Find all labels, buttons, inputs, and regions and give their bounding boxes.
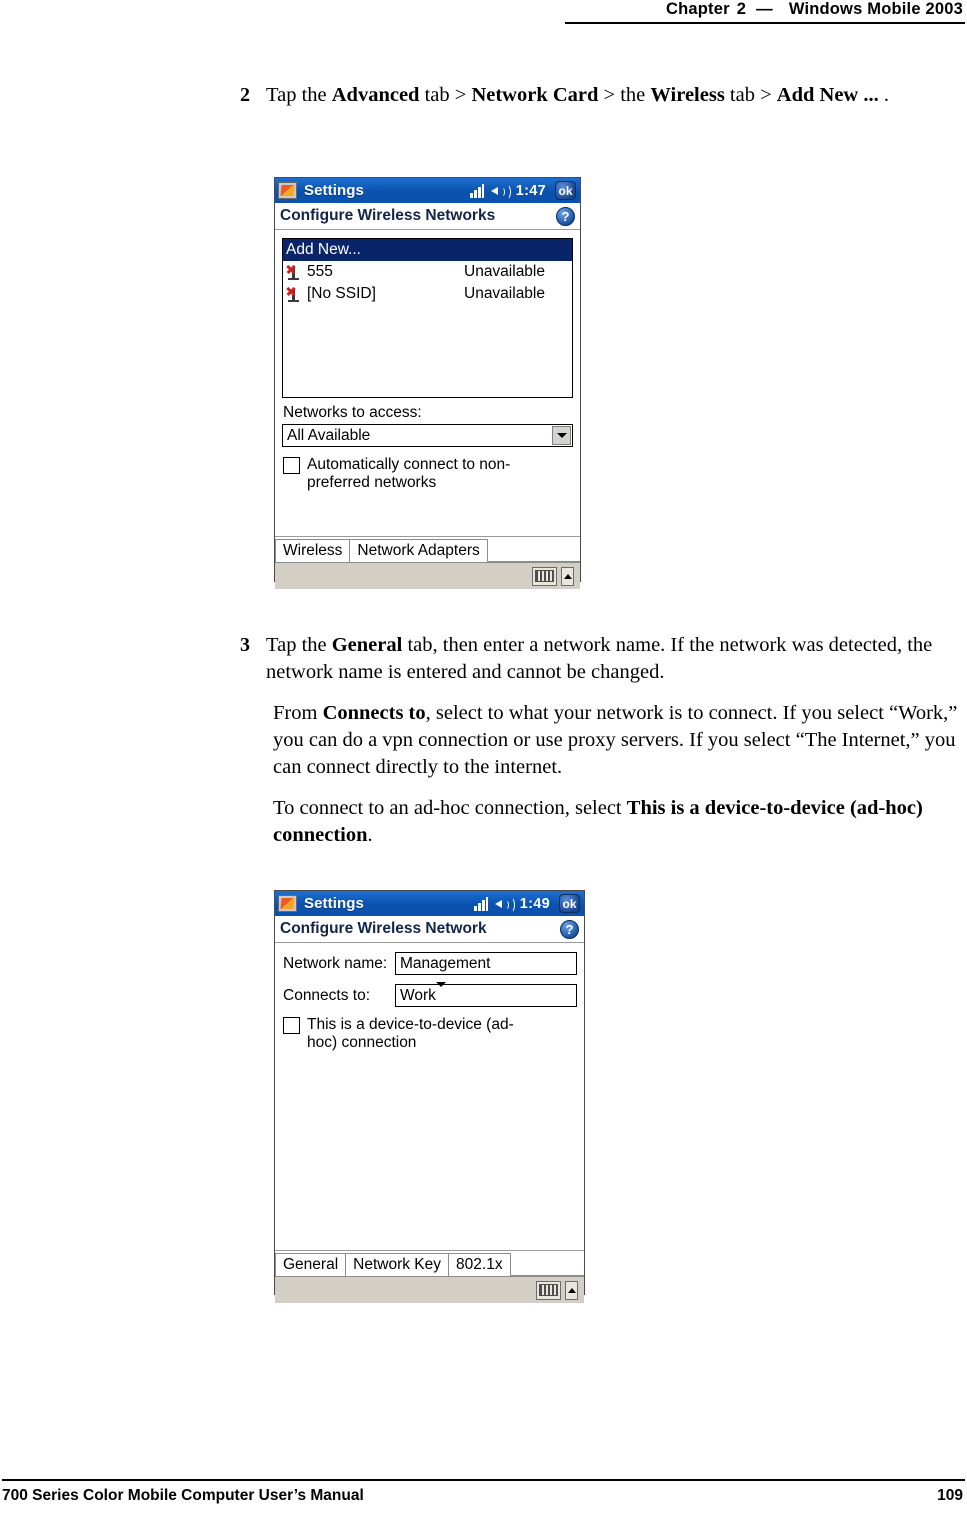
sip-bar	[275, 562, 580, 589]
step-3-number: 3	[240, 634, 250, 656]
paragraph-ad-hoc: To connect to an ad-hoc connection, sele…	[273, 797, 923, 846]
connects-to-row: Connects to: Work	[283, 981, 577, 1007]
start-icon[interactable]	[278, 182, 297, 199]
signal-icon[interactable]	[469, 183, 484, 198]
step-2-text: Tap the Advanced tab > Network Card > th…	[266, 84, 889, 106]
help-icon[interactable]: ?	[560, 919, 579, 939]
header-title: Windows Mobile 2003	[788, 0, 963, 18]
screen-subtitle: Configure Wireless Network	[280, 920, 487, 937]
chevron-up-icon[interactable]	[561, 566, 574, 586]
window-title: Settings	[304, 182, 364, 199]
list-item-label: [No SSID]	[307, 285, 376, 302]
clock[interactable]: 1:47	[516, 183, 546, 199]
page-header: Chapter 2 — Windows Mobile 2003	[0, 0, 967, 36]
paragraph-connects-to: From Connects to, select to what your ne…	[273, 702, 958, 778]
titlebar: Settings 1:49 ok	[275, 891, 584, 916]
network-name-input[interactable]: Management	[395, 952, 577, 975]
clock[interactable]: 1:49	[520, 896, 550, 912]
list-item-status: Unavailable	[464, 285, 545, 302]
list-item-label: 555	[307, 263, 333, 280]
list-item[interactable]: [No SSID] Unavailable	[283, 283, 572, 305]
header-text: Chapter 2 — Windows Mobile 2003	[666, 0, 963, 19]
subtitle-bar: Configure Wireless Networks ?	[275, 203, 580, 230]
tab-bar: Wireless Network Adapters	[275, 536, 580, 562]
auto-connect-checkbox[interactable]	[283, 457, 300, 474]
ok-button[interactable]: ok	[555, 181, 576, 200]
list-item[interactable]: Add New...	[283, 239, 572, 261]
list-item-status: Unavailable	[464, 263, 545, 280]
window-title: Settings	[304, 895, 364, 912]
step-3-text: Tap the General tab, then enter a networ…	[266, 634, 933, 683]
tab-bar-filler	[509, 1252, 584, 1276]
footer-divider	[2, 1479, 965, 1481]
chevron-up-icon[interactable]	[565, 1280, 578, 1300]
connects-to-label: Connects to:	[283, 986, 371, 1004]
keyboard-icon[interactable]	[536, 1280, 561, 1300]
access-point-unavailable-icon	[286, 286, 302, 302]
step-2-number: 2	[240, 84, 250, 106]
step-3: 3 Tap the General tab, then enter a netw…	[240, 632, 965, 686]
header-chapter-number: 2	[736, 0, 747, 18]
connects-to-select[interactable]: Work	[395, 981, 577, 1007]
screen-content: Network name: Management Connects to: Wo…	[275, 952, 584, 1303]
volume-icon[interactable]	[490, 183, 511, 200]
footer-manual-title: 700 Series Color Mobile Computer User’s …	[2, 1487, 364, 1504]
subtitle-bar: Configure Wireless Network ?	[275, 916, 584, 943]
screen-content: Add New... 555 Unavailable [No SSID] Una…	[275, 238, 580, 589]
titlebar-status-area: 1:47 ok	[469, 181, 577, 200]
list-item-label: Add New...	[286, 241, 361, 258]
signal-icon[interactable]	[473, 896, 488, 911]
auto-connect-checkbox-row[interactable]: Automatically connect to non-preferred n…	[283, 456, 573, 492]
step-2: 2 Tap the Advanced tab > Network Card > …	[240, 82, 965, 109]
tab-network-key[interactable]: Network Key	[345, 1253, 450, 1276]
page-footer: 700 Series Color Mobile Computer User’s …	[0, 1479, 967, 1519]
titlebar-status-area: 1:49 ok	[473, 894, 581, 913]
tab-wireless[interactable]: Wireless	[275, 539, 351, 562]
screen-subtitle: Configure Wireless Networks	[280, 207, 496, 224]
wireless-networks-list[interactable]: Add New... 555 Unavailable [No SSID] Una…	[282, 238, 573, 398]
networks-to-access-value: All Available	[287, 426, 371, 444]
tab-bar-filler	[486, 538, 580, 562]
ad-hoc-checkbox[interactable]	[283, 1017, 300, 1034]
networks-to-access-label: Networks to access:	[283, 404, 422, 421]
keyboard-icon[interactable]	[532, 566, 557, 586]
sip-bar	[275, 1276, 584, 1303]
chevron-down-icon[interactable]	[435, 981, 446, 1005]
header-chapter-word: Chapter	[665, 0, 730, 18]
tab-802-1x[interactable]: 802.1x	[448, 1253, 511, 1276]
footer-page-number: 109	[937, 1487, 963, 1504]
auto-connect-label: Automatically connect to non-preferred n…	[307, 456, 511, 491]
network-name-label: Network name:	[283, 954, 388, 972]
chevron-down-icon[interactable]	[552, 426, 571, 445]
ad-hoc-checkbox-row[interactable]: This is a device-to-device (ad-hoc) conn…	[283, 1016, 535, 1052]
volume-icon[interactable]	[494, 896, 515, 913]
connects-to-value: Work	[400, 986, 436, 1004]
help-icon[interactable]: ?	[556, 206, 575, 226]
screenshot-configure-wireless-networks: Settings 1:47 ok Configure Wireless Netw…	[274, 177, 581, 589]
access-point-unavailable-icon	[286, 264, 302, 280]
header-divider	[565, 22, 965, 24]
tab-general[interactable]: General	[275, 1253, 347, 1276]
list-item[interactable]: 555 Unavailable	[283, 261, 572, 283]
titlebar: Settings 1:47 ok	[275, 178, 580, 203]
tab-bar: General Network Key 802.1x	[275, 1250, 584, 1276]
ad-hoc-label: This is a device-to-device (ad-hoc) conn…	[307, 1016, 514, 1051]
header-dash: —	[756, 0, 773, 18]
start-icon[interactable]	[278, 895, 297, 912]
ok-button[interactable]: ok	[559, 894, 580, 913]
networks-to-access-select[interactable]: All Available	[282, 424, 573, 447]
screenshot-configure-wireless-network: Settings 1:49 ok Configure Wireless Netw…	[274, 890, 585, 1303]
network-name-row: Network name: Management	[283, 952, 577, 975]
tab-network-adapters[interactable]: Network Adapters	[349, 539, 488, 562]
